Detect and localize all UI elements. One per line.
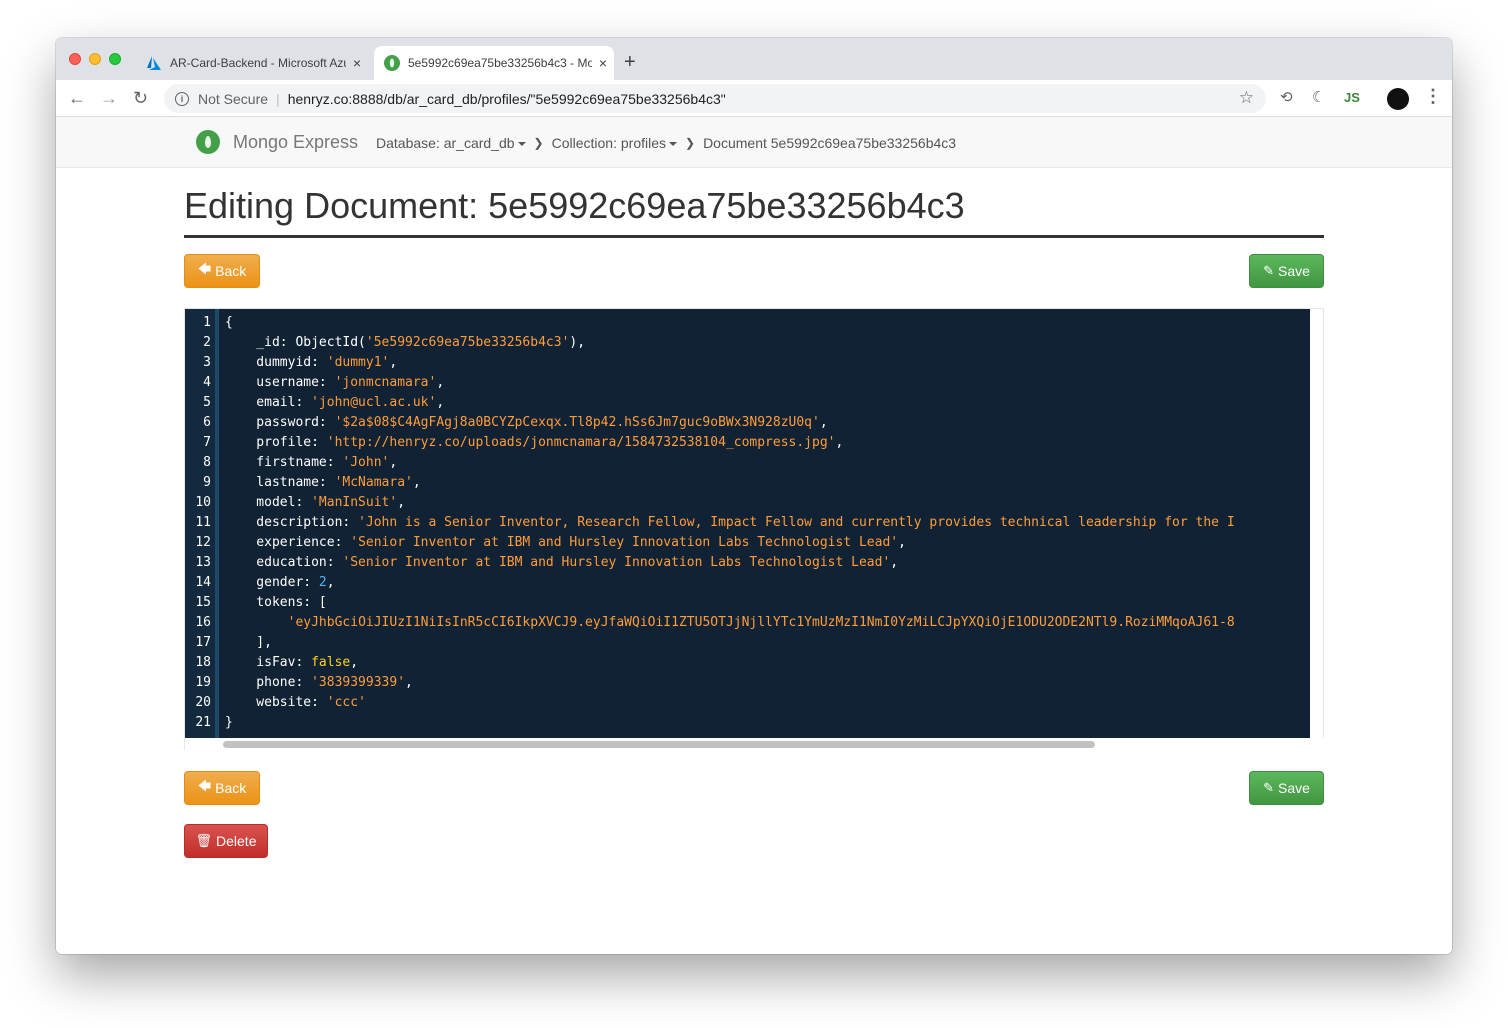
browser-window: AR-Card-Backend - Microsoft Azure × 5e59…	[56, 38, 1452, 954]
brand-link[interactable]: Mongo Express	[233, 132, 358, 153]
collection-dropdown[interactable]: Collection: profiles	[552, 135, 677, 151]
chevron-right-icon: ❯	[685, 136, 696, 150]
code-line: 17 ],	[195, 635, 272, 650]
back-arrow-icon[interactable]: ←	[68, 87, 86, 109]
not-secure-label: Not Secure	[198, 90, 269, 107]
document-crumb: Document 5e5992c69ea75be33256b4c3	[703, 135, 957, 151]
code-line: 4 username: 'jonmcnamara',	[203, 375, 445, 390]
arrow-left-icon: 🡄	[197, 778, 212, 793]
code-line: 11 description: 'John is a Senior Invent…	[195, 515, 1235, 530]
reload-icon[interactable]: ↻	[133, 87, 148, 109]
delete-button[interactable]: 🗑 Delete	[184, 824, 268, 858]
tab-strip: AR-Card-Backend - Microsoft Azure × 5e59…	[56, 38, 1452, 80]
mongo-leaf-icon	[384, 55, 400, 71]
code-line: 9 lastname: 'McNamara',	[203, 475, 421, 490]
code-line: 19 phone: '3839399339',	[195, 675, 413, 690]
code-line: 7 profile: 'http://henryz.co/uploads/jon…	[203, 435, 844, 450]
address-bar[interactable]: i Not Secure | henryz.co:8888/db/ar_card…	[164, 84, 1266, 113]
code-line: 13 education: 'Senior Inventor at IBM an…	[195, 555, 899, 570]
tab-title: 5e5992c69ea75be33256b4c3 - Mongo Express	[408, 56, 592, 70]
chevron-right-icon: ❯	[533, 136, 544, 150]
page-title: Editing Document: 5e5992c69ea75be33256b4…	[184, 185, 965, 226]
minimize-window-button[interactable]	[89, 53, 101, 65]
bookmark-star-icon[interactable]: ☆	[1239, 88, 1254, 108]
close-icon[interactable]: ×	[592, 55, 614, 71]
document-editor[interactable]: 1{ 2 _id: ObjectId('5e5992c69ea75be33256…	[184, 308, 1325, 751]
nodejs-icon[interactable]: JS	[1344, 88, 1360, 108]
code-line: 3 dummyid: 'dummy1',	[203, 355, 398, 370]
maximize-window-button[interactable]	[109, 53, 121, 65]
browser-toolbar: ← → ↻ i Not Secure | henryz.co:8888/db/a…	[56, 80, 1452, 117]
horizontal-scrollbar[interactable]	[223, 741, 1095, 748]
title-divider	[184, 235, 1324, 238]
code-editor[interactable]: 1{ 2 _id: ObjectId('5e5992c69ea75be33256…	[185, 309, 1310, 751]
dark-mode-moon-icon[interactable]: ☾	[1312, 88, 1325, 108]
code-line: 1{	[203, 315, 233, 330]
database-dropdown[interactable]: Database: ar_card_db	[376, 135, 526, 151]
tab-title: AR-Card-Backend - Microsoft Azure	[170, 56, 346, 70]
arrow-left-icon: 🡄	[197, 261, 212, 276]
save-button[interactable]: ✎ Save	[1249, 771, 1324, 805]
back-button[interactable]: 🡄 Back	[184, 254, 260, 288]
code-line: 12 experience: 'Senior Inventor at IBM a…	[195, 535, 906, 550]
more-menu-icon[interactable]: ⋮	[1424, 86, 1442, 107]
code-line: 16 'eyJhbGciOiJIUzI1NiIsInR5cCI6IkpXVCJ9…	[195, 615, 1235, 630]
trash-icon: 🗑	[195, 833, 213, 848]
caret-down-icon	[669, 142, 677, 147]
caret-down-icon	[517, 142, 526, 147]
url-text[interactable]: henryz.co:8888/db/ar_card_db/profiles/"5…	[288, 91, 726, 107]
code-line: 8 firstname: 'John',	[203, 455, 398, 470]
code-line: 15 tokens: [	[195, 595, 327, 610]
page-content: Mongo Express Database: ar_card_db ❯ Col…	[56, 117, 1452, 954]
close-window-button[interactable]	[69, 53, 81, 65]
info-icon[interactable]: i	[175, 91, 189, 106]
profile-avatar[interactable]	[1387, 88, 1409, 110]
code-line: 18 isFav: false,	[195, 655, 359, 670]
tab-mongo-express[interactable]: 5e5992c69ea75be33256b4c3 - Mongo Express…	[374, 46, 614, 80]
new-tab-button[interactable]: +	[624, 50, 636, 74]
save-button[interactable]: ✎ Save	[1249, 254, 1324, 288]
forward-arrow-icon[interactable]: →	[100, 87, 118, 109]
code-line: 6 password: '$2a$08$C4AgFAgj8a0BCYZpCexq…	[203, 415, 828, 430]
code-line: 10 model: 'ManInSuit',	[195, 495, 406, 510]
separator: |	[276, 90, 280, 107]
tab-azure[interactable]: AR-Card-Backend - Microsoft Azure ×	[136, 46, 368, 80]
code-line: 2 _id: ObjectId('5e5992c69ea75be33256b4c…	[203, 335, 586, 350]
back-button[interactable]: 🡄 Back	[184, 771, 260, 805]
azure-icon	[146, 55, 162, 71]
close-icon[interactable]: ×	[346, 55, 368, 71]
code-line: 14 gender: 2,	[195, 575, 335, 590]
code-line: 5 email: 'john@ucl.ac.uk',	[203, 395, 445, 410]
code-line: 20 website: 'ccc'	[195, 695, 366, 710]
extension-icon[interactable]: ⟲	[1280, 88, 1293, 108]
mongo-leaf-icon[interactable]	[196, 130, 220, 154]
pencil-icon: ✎	[1263, 780, 1274, 795]
mongo-navbar: Mongo Express Database: ar_card_db ❯ Col…	[56, 117, 1452, 168]
code-line: 21}	[195, 715, 233, 730]
pencil-icon: ✎	[1263, 263, 1274, 278]
breadcrumb: Database: ar_card_db ❯ Collection: profi…	[376, 135, 956, 151]
